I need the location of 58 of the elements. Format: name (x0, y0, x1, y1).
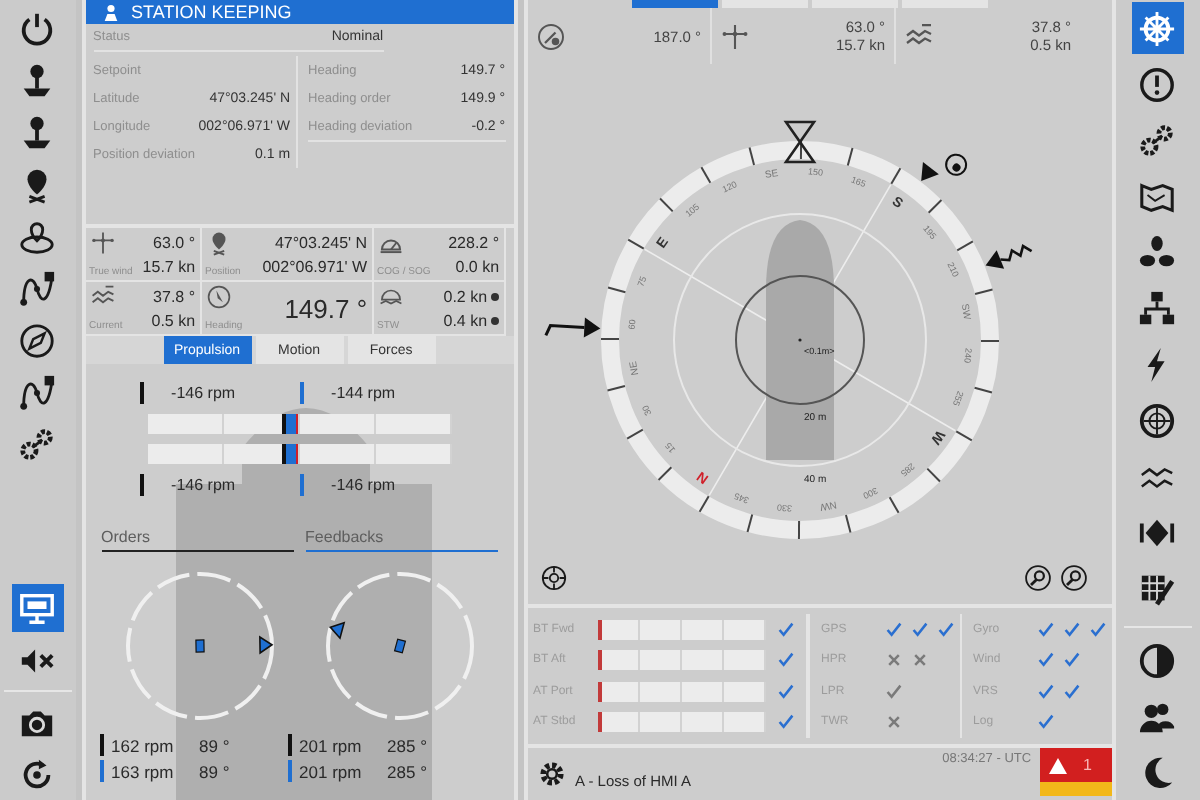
gears-icon (1138, 121, 1177, 159)
cell-value: 0.4 kn (443, 311, 488, 329)
cell-value: 0.2 kn (443, 287, 488, 305)
cell-value: 149.7 ° (284, 293, 368, 323)
warning-icon (1047, 755, 1068, 775)
zoom-out-button[interactable] (1059, 564, 1088, 592)
angle-value: 285 ° (387, 735, 429, 755)
helm-icon (1138, 9, 1177, 47)
contrast-icon (1138, 641, 1177, 679)
network-icon (1138, 289, 1177, 327)
rpm-reading: -144 rpm (331, 383, 396, 401)
map-icon (1138, 177, 1177, 215)
gauge-icon (535, 21, 566, 51)
wind-icon (719, 21, 750, 51)
recenter-button[interactable] (539, 564, 568, 592)
angle-value: 89 ° (199, 735, 232, 755)
cell-value: 15.7 kn (142, 257, 196, 275)
rpm-value: 201 rpm (299, 761, 364, 781)
current-arrow (984, 244, 1032, 269)
angle-value: 285 ° (387, 761, 429, 781)
info-dot-icon (489, 291, 500, 301)
gears-icon (18, 425, 57, 463)
rpm-value: 201 rpm (299, 735, 364, 755)
radar-icon (1138, 401, 1177, 439)
compass-icon (18, 321, 57, 359)
cell-value: 228.2 ° (448, 233, 500, 251)
cell-value: 47°03.245' N (274, 233, 368, 251)
info-dot-icon (489, 315, 500, 325)
angle-value: 89 ° (199, 761, 232, 781)
speed-water-icon (377, 284, 404, 310)
pin-circle-icon (18, 217, 57, 255)
fan-icon (1138, 233, 1177, 271)
wind-icon (89, 230, 116, 256)
route-icon (18, 269, 57, 307)
rpm-reading: -146 rpm (171, 475, 236, 493)
route-icon (18, 373, 57, 411)
person-icon (101, 3, 120, 21)
heading-marker (782, 120, 816, 164)
rpm-value: 162 rpm (111, 735, 176, 755)
rpm-reading: -146 rpm (331, 475, 396, 493)
cell-value: 63.0 ° (153, 233, 196, 251)
rpm-reading: -146 rpm (171, 383, 236, 401)
alert-icon (1138, 65, 1177, 103)
panel-title: STATION KEEPING (131, 2, 292, 22)
course-marker (920, 153, 967, 181)
section-heading: Feedbacks (305, 528, 498, 552)
zoom-in-button[interactable] (1023, 564, 1052, 592)
gear-icon (535, 758, 568, 790)
power-icon (18, 9, 57, 47)
rpm-value: 163 rpm (111, 761, 176, 781)
cell-value: 0.5 kn (151, 311, 196, 329)
cell-value: 37.8 ° (153, 287, 196, 305)
cell-value: 002°06.971' W (262, 257, 368, 275)
section-heading: Orders (101, 528, 294, 552)
wind-arrow (543, 317, 600, 338)
cell-value: 0.0 kn (455, 257, 500, 275)
heading-icon (205, 284, 232, 310)
monitor-icon (18, 589, 57, 627)
